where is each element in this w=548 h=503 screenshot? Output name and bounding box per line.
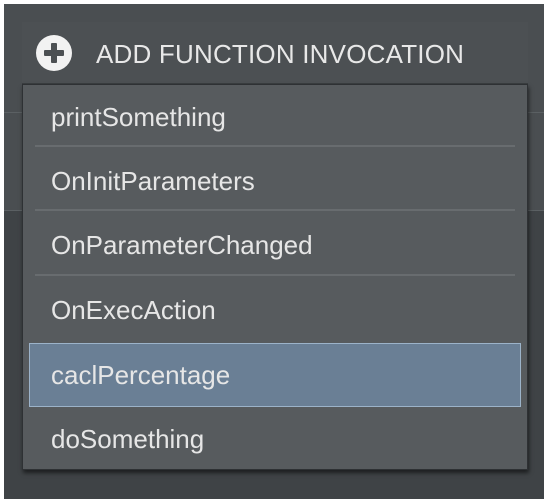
menu-item-on-parameter-changed[interactable]: OnParameterChanged [29, 213, 521, 277]
menu-item-on-init-parameters[interactable]: OnInitParameters [29, 149, 521, 213]
menu-item-label: OnExecAction [51, 295, 216, 325]
menu-separator [35, 274, 515, 276]
menu-separator [35, 209, 515, 211]
menu-item-label: printSomething [51, 102, 226, 132]
menu-item-label: caclPercentage [51, 360, 231, 390]
add-function-invocation-button[interactable]: ADD FUNCTION INVOCATION [22, 22, 528, 84]
menu-item-print-something[interactable]: printSomething [29, 85, 521, 149]
menu-item-do-something[interactable]: doSomething [29, 407, 521, 471]
menu-item-cacl-percentage[interactable]: caclPercentage [29, 343, 521, 407]
menu-item-label: OnParameterChanged [51, 230, 313, 260]
plus-circle-icon [36, 35, 72, 71]
add-function-invocation-label: ADD FUNCTION INVOCATION [96, 39, 465, 69]
menu-item-label: doSomething [51, 424, 205, 454]
menu-separator [35, 145, 515, 147]
function-dropdown-menu: printSomething OnInitParameters OnParame… [22, 84, 528, 470]
menu-item-on-exec-action[interactable]: OnExecAction [29, 278, 521, 342]
menu-item-label: OnInitParameters [51, 166, 255, 196]
